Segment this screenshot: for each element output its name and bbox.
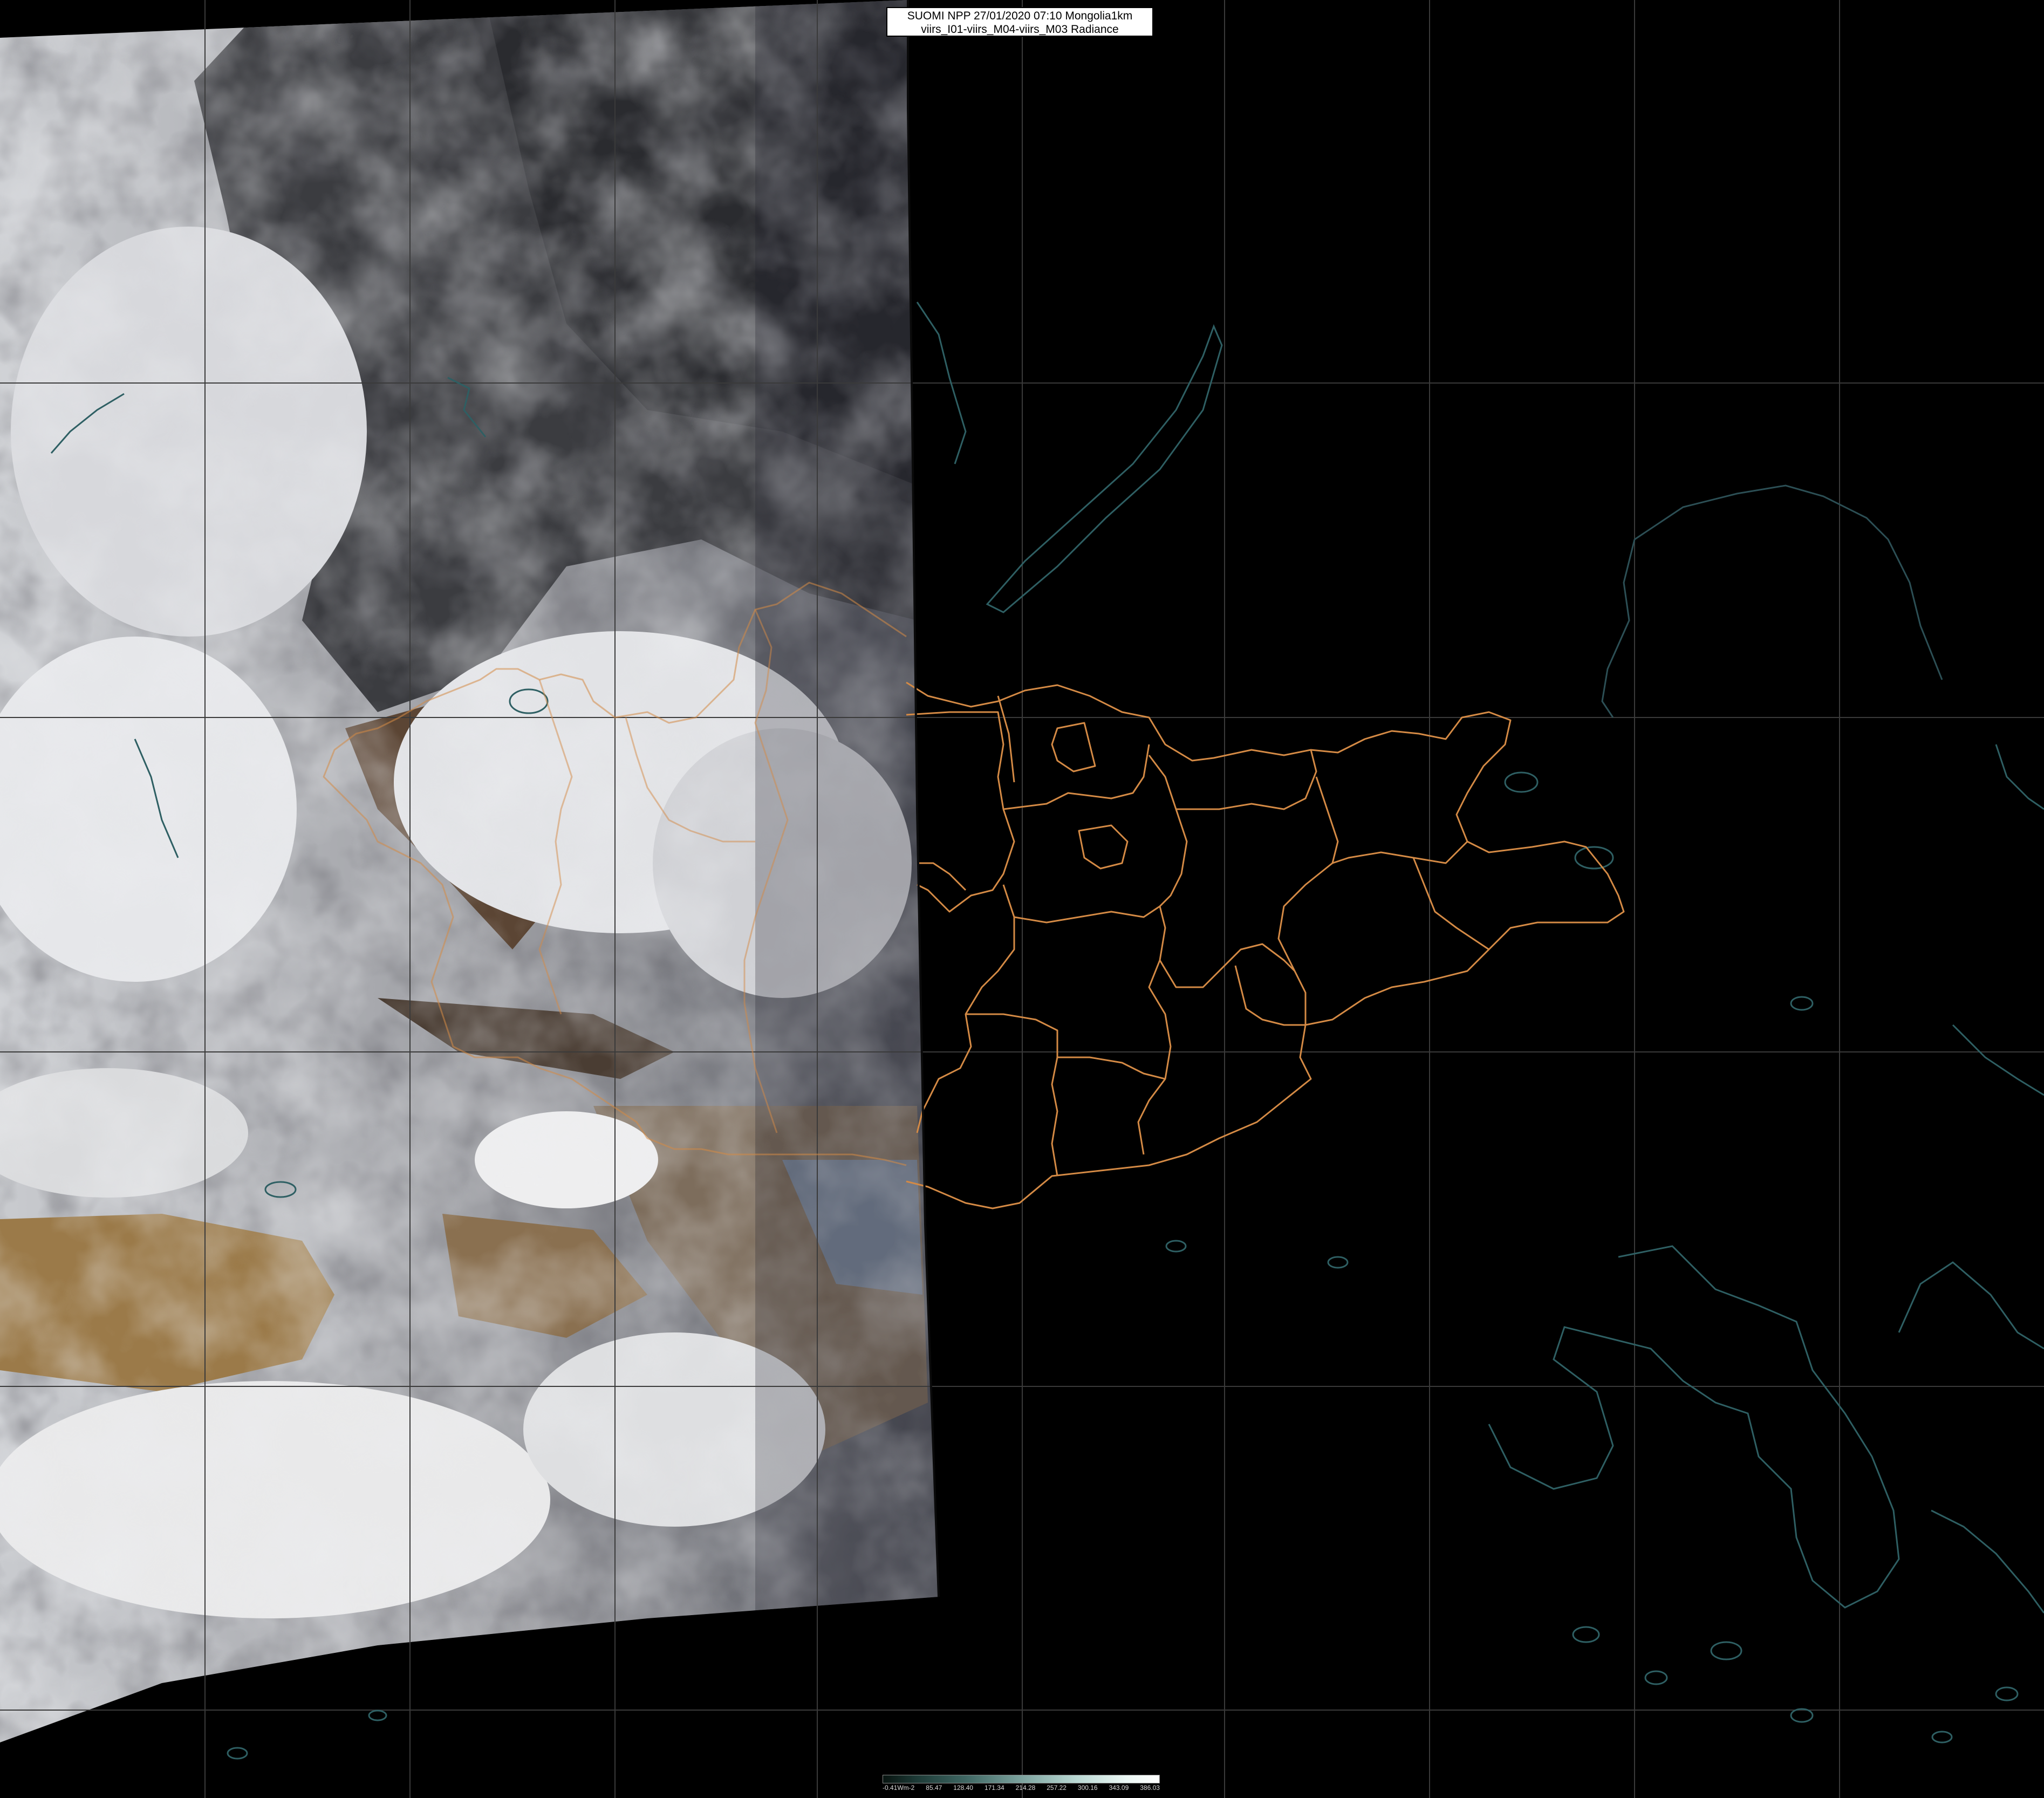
colorbar-tick-label: 257.22 — [1047, 1784, 1067, 1792]
colorbar-labels: -0.41Wm-2 85.47 128.40 171.34 214.28 257… — [883, 1784, 1160, 1793]
title-line-2: viirs_I01-viirs_M04-viirs_M03 Radiance — [921, 23, 1119, 36]
satellite-swath — [0, 0, 939, 1742]
colorbar-tick-label: 128.40 — [953, 1784, 973, 1792]
colorbar-tick-label: 85.47 — [926, 1784, 942, 1792]
colorbar: -0.41Wm-2 85.47 128.40 171.34 214.28 257… — [883, 1775, 1160, 1793]
title-label: SUOMI NPP 27/01/2020 07:10 Mongolia1km v… — [886, 7, 1153, 37]
colorbar-tick-label: -0.41Wm-2 — [883, 1784, 915, 1792]
title-line-1: SUOMI NPP 27/01/2020 07:10 Mongolia1km — [907, 10, 1133, 22]
colorbar-tick-label: 300.16 — [1077, 1784, 1098, 1792]
satellite-map — [0, 0, 2044, 1798]
colorbar-tick-label: 386.03 — [1140, 1784, 1160, 1792]
colorbar-tick-label: 343.09 — [1109, 1784, 1129, 1792]
colorbar-gradient — [883, 1775, 1160, 1783]
colorbar-tick-label: 171.34 — [984, 1784, 1004, 1792]
colorbar-tick-label: 214.28 — [1015, 1784, 1036, 1792]
